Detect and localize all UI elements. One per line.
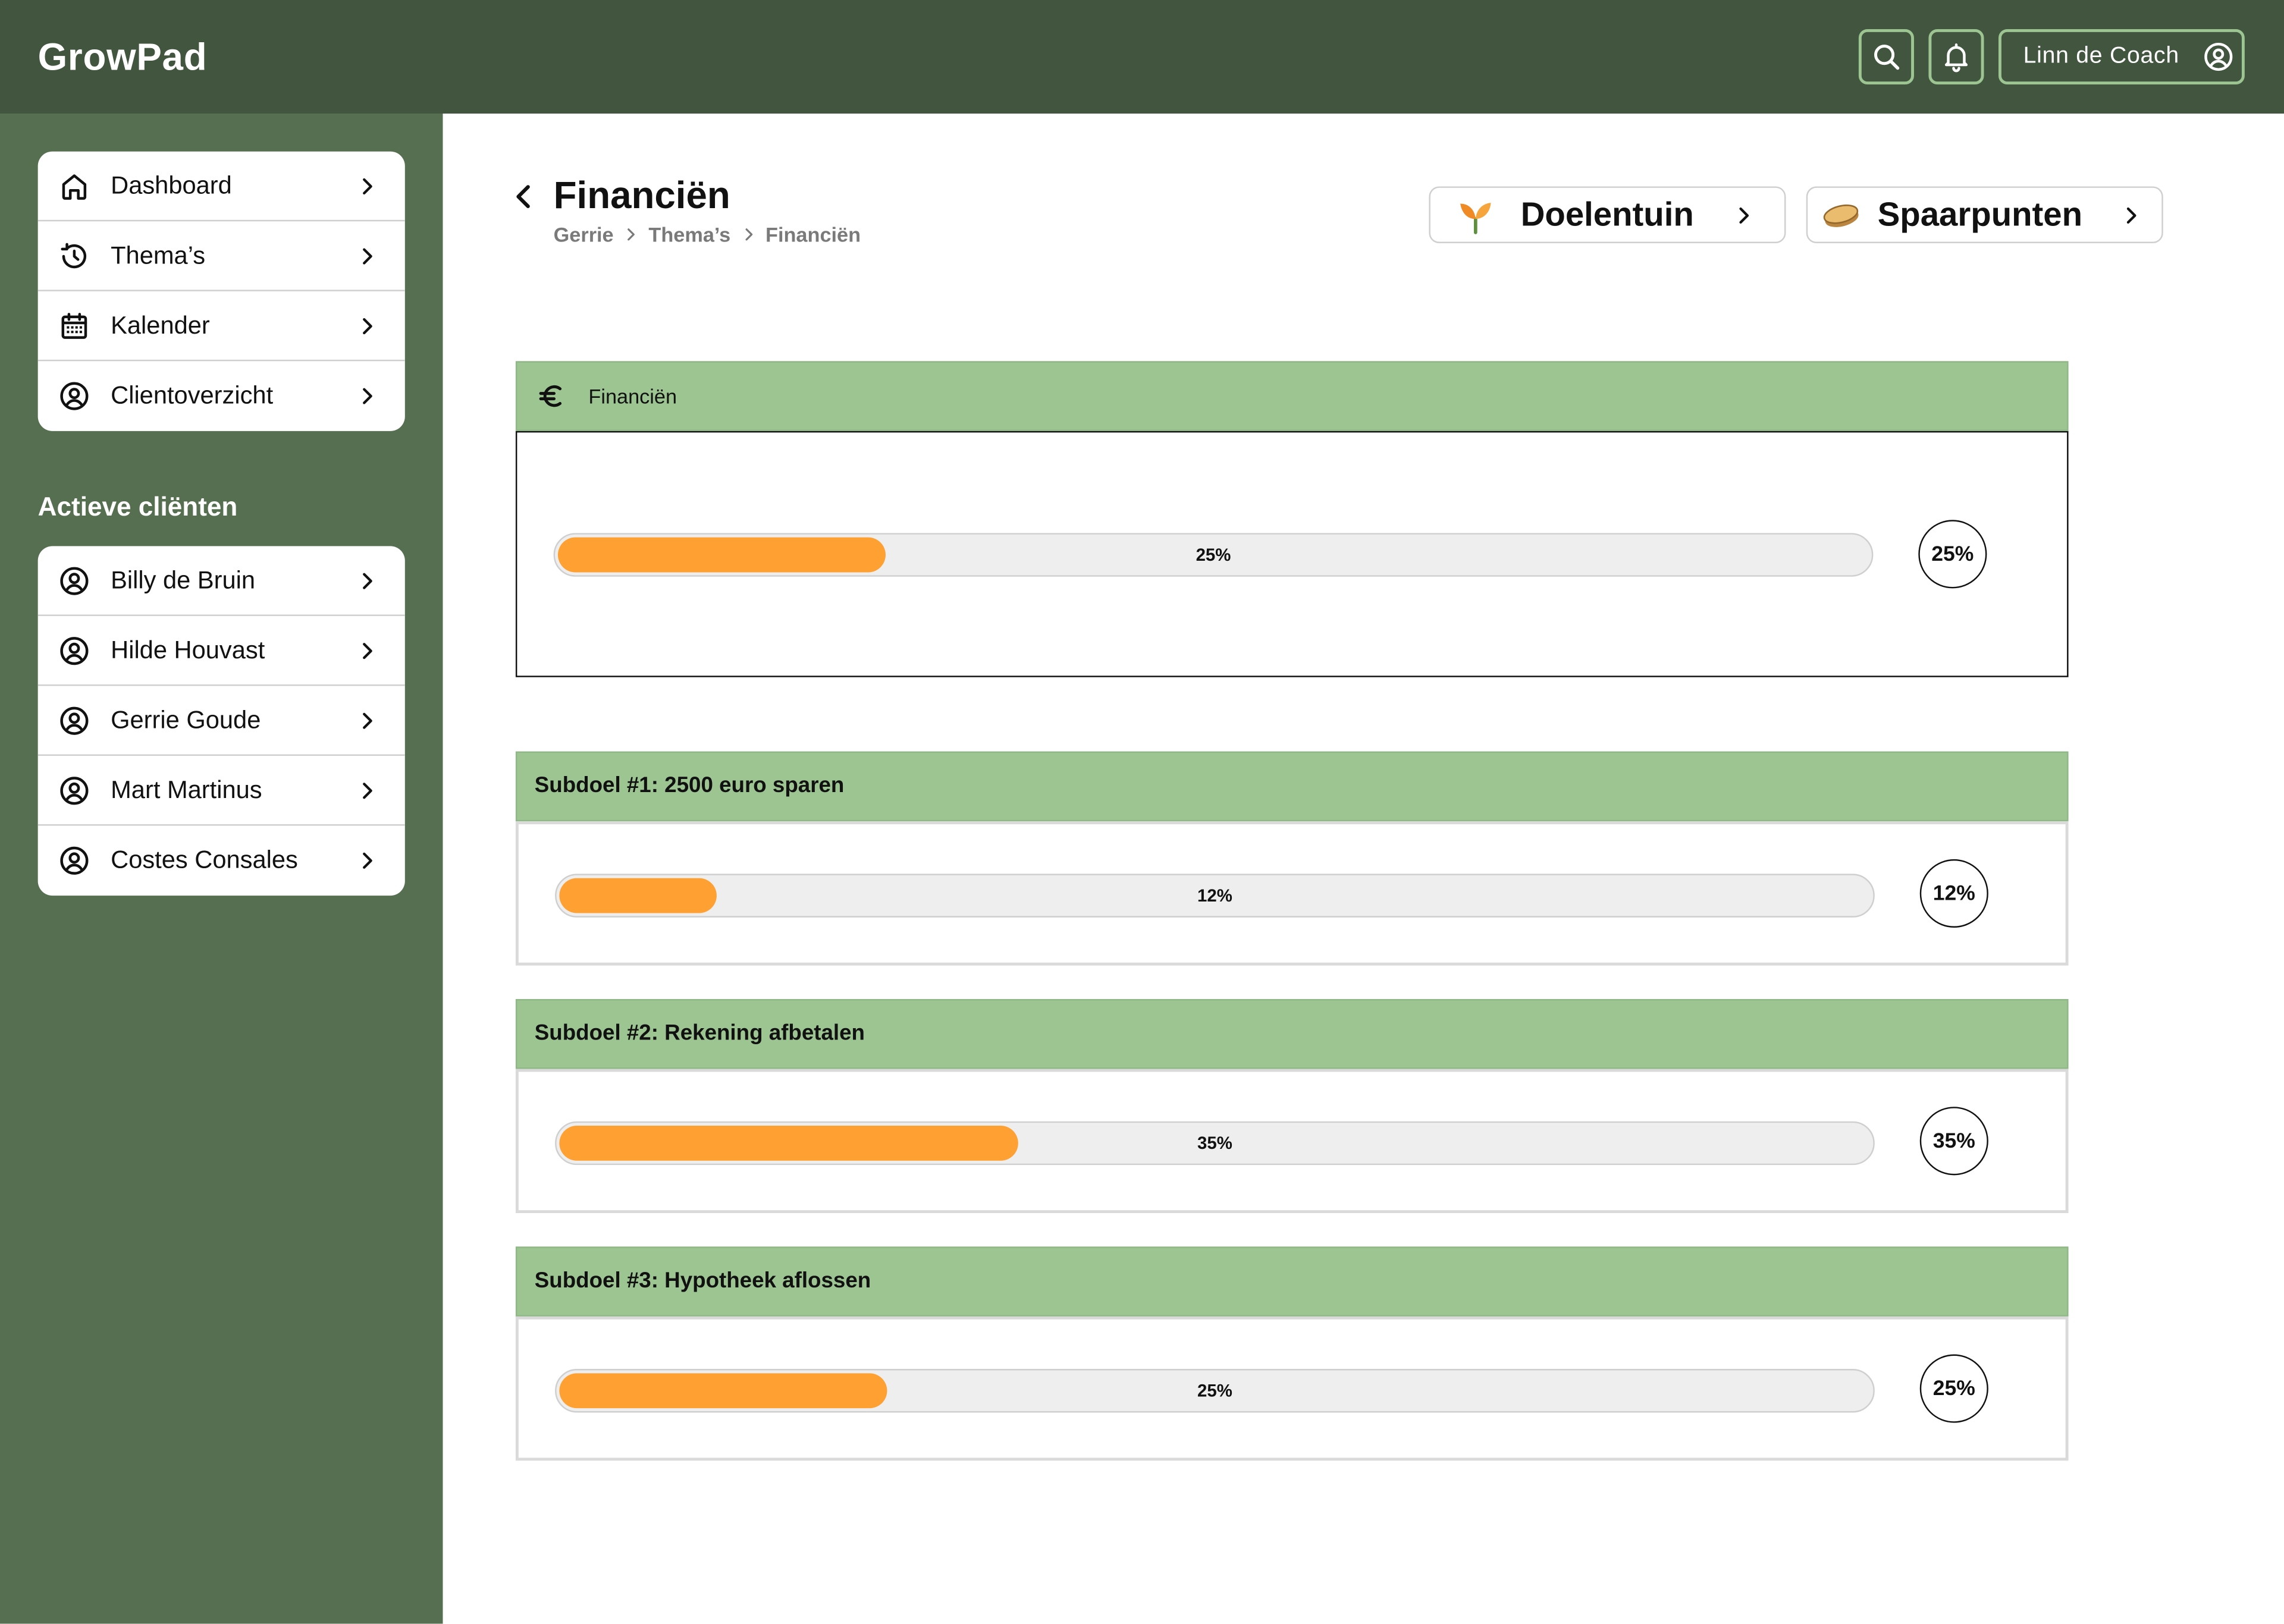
breadcrumb-current: Financiën <box>765 222 861 246</box>
subgoal-progress-bar: 25% <box>555 1369 1875 1413</box>
back-button[interactable] <box>510 181 539 213</box>
spaarpunten-button[interactable]: Spaarpunten <box>1806 186 2163 243</box>
sidebar-item-dashboard[interactable]: Dashboard <box>37 152 405 222</box>
progress-label: 25% <box>1196 544 1231 566</box>
progress-badge: 25% <box>1918 520 1987 589</box>
client-item[interactable]: Costes Consales <box>38 826 405 896</box>
coin-icon <box>1821 195 1862 236</box>
sidebar-item-label: Kalender <box>111 310 210 339</box>
client-item[interactable]: Billy de Bruin <box>37 546 405 616</box>
client-item[interactable]: Gerrie Goude <box>37 686 405 756</box>
user-menu-button[interactable]: Linn de Coach <box>1999 29 2245 85</box>
user-circle-icon <box>58 564 90 596</box>
active-clients-heading: Actieve cliënten <box>37 492 238 522</box>
client-name: Costes Consales <box>111 846 298 874</box>
theme-progress-bar: 25% <box>553 533 1874 577</box>
spaarpunten-label: Spaarpunten <box>1877 195 2083 233</box>
subgoal-title: Subdoel #1: 2500 euro sparen <box>534 773 845 799</box>
sidebar-item-label: Thema’s <box>111 241 206 269</box>
top-bar: GrowPad Linn de Coach <box>0 0 2284 114</box>
sprout-icon <box>1455 195 1496 236</box>
chevron-right-icon <box>356 849 379 872</box>
chevron-right-icon <box>622 226 639 243</box>
subgoal-title: Subdoel #2: Rekening afbetalen <box>534 1020 865 1046</box>
client-item[interactable]: Hilde Houvast <box>37 616 405 686</box>
sidebar-item-label: Dashboard <box>111 171 232 199</box>
chevron-right-icon <box>739 226 757 243</box>
client-name: Hilde Houvast <box>111 635 265 664</box>
user-circle-icon <box>2203 41 2235 73</box>
doelentuin-label: Doelentuin <box>1520 195 1694 233</box>
theme-title: Financiën <box>588 384 677 408</box>
breadcrumb-item[interactable]: Thema’s <box>648 220 730 249</box>
client-item[interactable]: Mart Martinus <box>37 756 405 826</box>
progress-badge: 35% <box>1919 1107 1988 1176</box>
sidebar-item-clientoverzicht[interactable]: Clientoverzicht <box>38 361 405 431</box>
chevron-right-icon <box>356 315 379 338</box>
user-circle-icon <box>58 704 90 736</box>
subgoal-header: Subdoel #1: 2500 euro sparen <box>515 751 2069 822</box>
page-title: Financiën <box>553 173 730 217</box>
subgoal-header: Subdoel #2: Rekening afbetalen <box>515 999 2069 1069</box>
chevron-right-icon <box>2119 204 2142 227</box>
subgoal-body: 25% 25% <box>515 1316 2069 1461</box>
sidebar-item-kalender[interactable]: Kalender <box>37 291 405 362</box>
user-circle-icon <box>58 380 90 412</box>
main-nav: Dashboard Thema’s Kalender Clientoverzic… <box>37 151 405 431</box>
subgoal-progress-bar: 12% <box>555 874 1875 918</box>
doelentuin-button[interactable]: Doelentuin <box>1429 186 1786 243</box>
client-name: Gerrie Goude <box>111 705 261 734</box>
progress-label: 12% <box>1197 885 1232 906</box>
chevron-left-icon <box>510 181 539 213</box>
progress-badge: 25% <box>1919 1354 1988 1423</box>
client-name: Billy de Bruin <box>111 566 256 593</box>
app-logo[interactable]: GrowPad <box>38 0 208 114</box>
subgoal-body: 12% 12% <box>515 821 2069 966</box>
search-button[interactable] <box>1858 29 1914 85</box>
subgoal-title: Subdoel #3: Hypotheek aflossen <box>534 1268 871 1293</box>
app-window: GrowPad Linn de Coach Dashboard Thema’s <box>0 0 2284 1624</box>
active-clients-list: Billy de Bruin Hilde Houvast Gerrie Goud… <box>37 546 405 896</box>
calendar-icon <box>58 309 90 341</box>
theme-panel-body: 25% 25% <box>515 431 2069 677</box>
chevron-right-icon <box>356 779 379 802</box>
subgoal-progress-bar: 35% <box>555 1121 1875 1166</box>
euro-icon <box>536 380 568 412</box>
chevron-right-icon <box>356 385 379 408</box>
progress-badge: 12% <box>1919 859 1988 928</box>
notifications-button[interactable] <box>1928 29 1984 85</box>
chevron-right-icon <box>356 639 379 662</box>
progress-label: 25% <box>1197 1380 1232 1401</box>
theme-panel-header: Financiën <box>515 361 2069 431</box>
breadcrumb: Gerrie Thema’s Financiën <box>554 220 861 249</box>
search-icon <box>1870 41 1902 73</box>
chevron-right-icon <box>356 175 379 198</box>
progress-label: 35% <box>1197 1133 1232 1154</box>
client-name: Mart Martinus <box>111 775 262 803</box>
user-circle-icon <box>58 634 90 667</box>
subgoal-body: 35% 35% <box>515 1069 2069 1213</box>
history-icon <box>58 240 90 272</box>
home-icon <box>58 169 90 202</box>
bell-icon <box>1940 41 1972 73</box>
sidebar-item-label: Clientoverzicht <box>111 381 274 410</box>
chevron-right-icon <box>1732 204 1755 227</box>
chevron-right-icon <box>356 709 379 733</box>
sidebar: Dashboard Thema’s Kalender Clientoverzic… <box>0 114 443 1624</box>
user-name: Linn de Coach <box>2023 43 2179 69</box>
user-circle-icon <box>58 844 90 877</box>
chevron-right-icon <box>356 244 379 268</box>
breadcrumb-item[interactable]: Gerrie <box>554 220 614 249</box>
sidebar-item-themas[interactable]: Thema’s <box>37 221 405 291</box>
chevron-right-icon <box>356 570 379 593</box>
user-circle-icon <box>58 774 90 806</box>
subgoal-header: Subdoel #3: Hypotheek aflossen <box>515 1246 2069 1317</box>
